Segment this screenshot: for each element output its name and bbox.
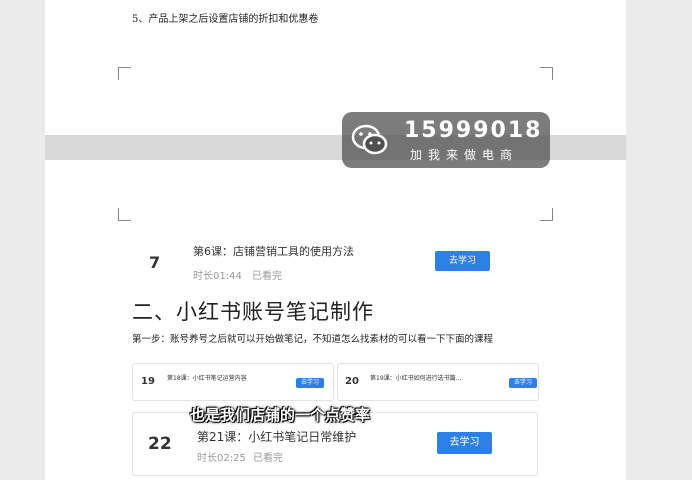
lesson-card-19: 19 第18课：小红书笔记运营内容 去学习 — [132, 363, 334, 401]
crop-mark — [118, 67, 131, 80]
wechat-icon — [351, 124, 388, 155]
start-learning-button[interactable]: 去学习 — [509, 378, 537, 388]
lesson-card-20: 20 第19课：小红书如何进行选书篇... 去学习 — [337, 363, 539, 401]
video-caption: 也是我们店铺的一个点赞率 — [190, 406, 371, 424]
lesson-title[interactable]: 第21课：小红书笔记日常维护 — [197, 428, 356, 445]
lesson-status: 已看完 — [253, 453, 283, 464]
lesson-title[interactable]: 第18课：小红书笔记运营内容 — [167, 373, 247, 382]
lesson-duration: 时长02:25 — [197, 453, 246, 464]
lesson-number: 19 — [141, 376, 155, 387]
contact-subtitle: 加我来做电商 — [410, 148, 519, 162]
crop-mark — [118, 208, 131, 221]
contact-phone: 15999018 — [404, 118, 543, 143]
lesson-number: 20 — [345, 376, 359, 387]
lesson-title[interactable]: 第6课：店铺营销工具的使用方法 — [193, 243, 354, 259]
section-heading-5: 5、产品上架之后设置店铺的折扣和优惠卷 — [132, 14, 319, 25]
lesson-card-7: 7 第6课：店铺营销工具的使用方法 时长01:44 已看完 去学习 — [132, 236, 536, 288]
right-margin — [626, 0, 692, 480]
crop-mark — [540, 67, 553, 80]
step-one-text: 第一步：账号养号之后就可以开始做笔记，不知道怎么找素材的可以看一下下面的课程 — [132, 334, 494, 345]
left-margin — [0, 0, 45, 480]
start-learning-button[interactable]: 去学习 — [296, 378, 324, 388]
start-learning-button[interactable]: 去学习 — [437, 432, 492, 454]
crop-mark — [540, 208, 553, 221]
lesson-status: 已看完 — [252, 271, 282, 282]
lesson-number: 7 — [149, 253, 161, 272]
lesson-duration: 时长01:44 — [193, 271, 242, 282]
contact-watermark: 15999018 加我来做电商 — [342, 112, 550, 168]
section-title-2: 二、小红书账号笔记制作 — [132, 300, 374, 324]
corner-watermark: 加好车 ⊕ 电商 — [514, 24, 592, 38]
lesson-title[interactable]: 第19课：小红书如何进行选书篇... — [370, 373, 461, 382]
start-learning-button[interactable]: 去学习 — [435, 251, 490, 271]
lesson-number: 22 — [148, 434, 172, 454]
